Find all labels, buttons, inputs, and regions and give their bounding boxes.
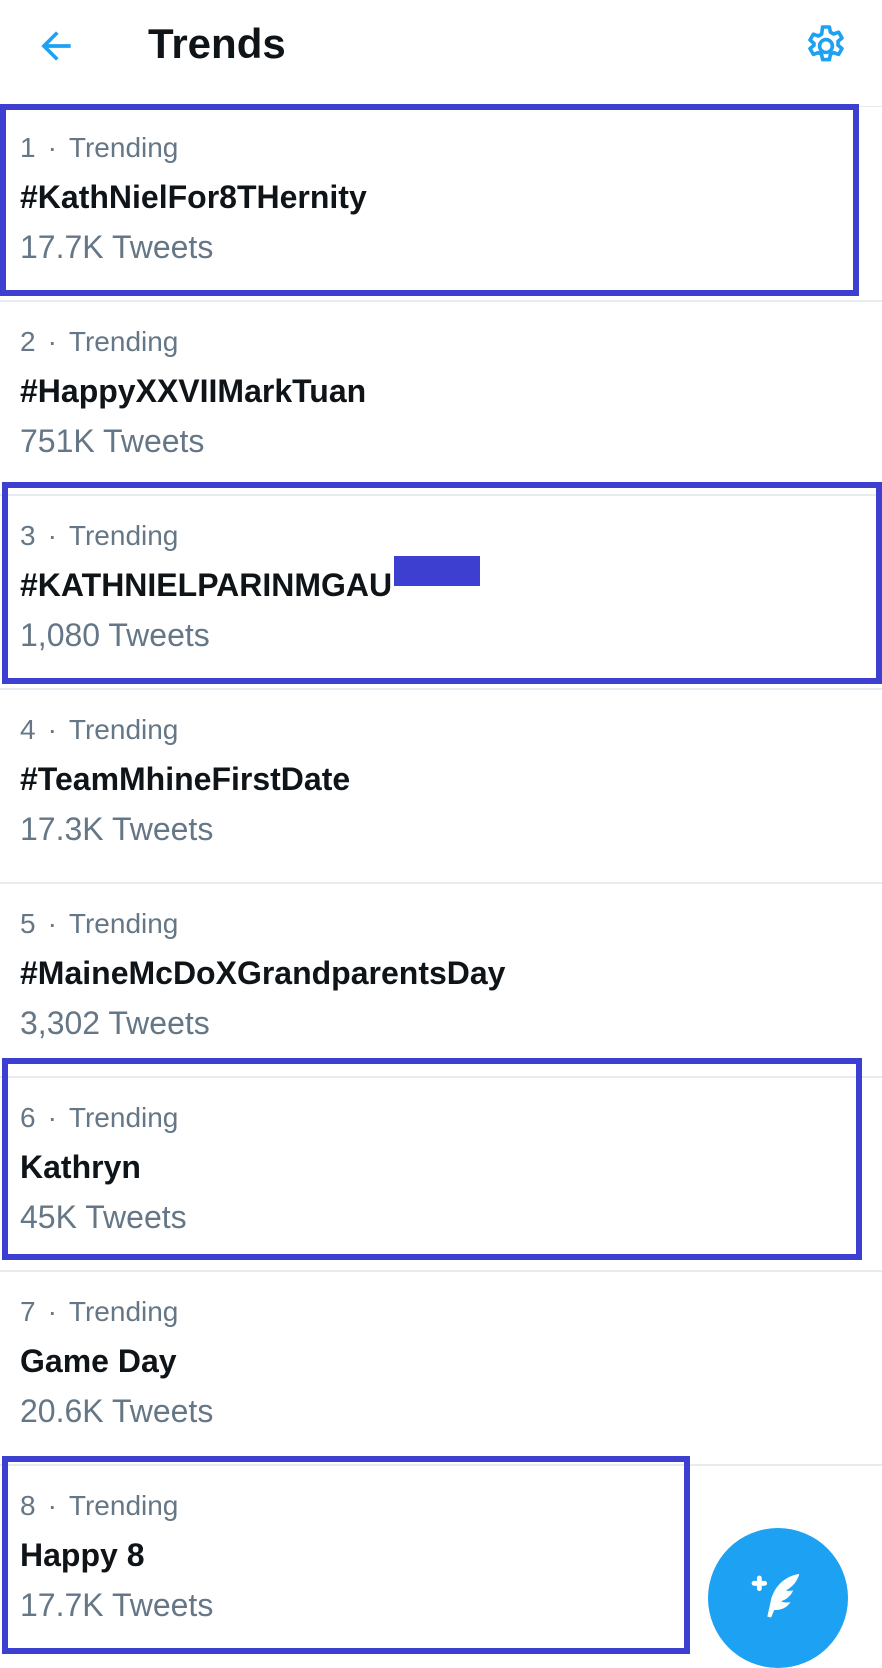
trend-name: #TeamMhineFirstDate bbox=[20, 761, 351, 797]
trend-label: Trending bbox=[68, 1102, 179, 1133]
trend-name: Kathryn bbox=[20, 1149, 141, 1185]
trend-item-5[interactable]: 5 · Trending #MaineMcDoXGrandparentsDay 3,… bbox=[0, 884, 882, 1078]
trend-tweet-count: 751K Tweets bbox=[20, 423, 205, 459]
trend-rank: 6 bbox=[20, 1102, 36, 1133]
trend-meta: 6 · Trending bbox=[20, 1100, 178, 1136]
meta-separator: · bbox=[47, 326, 57, 357]
trend-item-1[interactable]: 1 · Trending #KathNielFor8THernity 17.7K T… bbox=[0, 108, 882, 302]
meta-separator: · bbox=[47, 1102, 57, 1133]
trend-tweet-count: 17.7K Tweets bbox=[20, 1587, 214, 1623]
page-title: Trends bbox=[148, 20, 286, 67]
compose-tweet-button[interactable] bbox=[708, 1528, 848, 1668]
meta-separator: · bbox=[47, 132, 57, 163]
trend-rank: 4 bbox=[20, 714, 36, 745]
trend-meta: 3 · Trending bbox=[20, 518, 178, 554]
trend-name: #KathNielFor8THernity bbox=[20, 179, 367, 215]
trend-label: Trending bbox=[68, 326, 179, 357]
trend-item-6[interactable]: 6 · Trending Kathryn 45K Tweets bbox=[0, 1078, 882, 1272]
meta-separator: · bbox=[47, 1490, 57, 1521]
trend-name: #MaineMcDoXGrandparentsDay bbox=[20, 955, 506, 991]
trend-label: Trending bbox=[68, 714, 179, 745]
trend-rank: 7 bbox=[20, 1296, 36, 1327]
trend-label: Trending bbox=[68, 132, 179, 163]
top-bar: Trends bbox=[0, 0, 882, 100]
trend-item-7[interactable]: 7 · Trending Game Day 20.6K Tweets bbox=[0, 1272, 882, 1466]
meta-separator: · bbox=[47, 1296, 57, 1327]
gear-icon bbox=[808, 25, 844, 62]
trend-item-3[interactable]: 3 · Trending #KATHNIELPARINMGAU 1,080 Twee… bbox=[0, 496, 882, 690]
trend-label: Trending bbox=[68, 520, 179, 551]
trend-tweet-count: 45K Tweets bbox=[20, 1199, 187, 1235]
trend-meta: 7 · Trending bbox=[20, 1294, 178, 1330]
trend-rank: 8 bbox=[20, 1490, 36, 1521]
meta-separator: · bbox=[47, 520, 57, 551]
redaction-block bbox=[394, 556, 480, 586]
trend-meta: 8 · Trending bbox=[20, 1488, 178, 1524]
trend-label: Trending bbox=[68, 908, 179, 939]
trend-meta: 1 · Trending bbox=[20, 130, 178, 166]
trend-label: Trending bbox=[68, 1296, 179, 1327]
trend-meta: 4 · Trending bbox=[20, 712, 178, 748]
trend-name: Game Day bbox=[20, 1343, 177, 1379]
trend-rank: 2 bbox=[20, 326, 36, 357]
trend-tweet-count: 1,080 Tweets bbox=[20, 617, 210, 653]
trend-name: #KATHNIELPARINMGAU bbox=[20, 567, 393, 603]
trend-name: #HappyXXVIIMarkTuan bbox=[20, 373, 367, 409]
back-button[interactable] bbox=[28, 18, 84, 74]
header-divider bbox=[0, 106, 882, 107]
trend-rank: 1 bbox=[20, 132, 36, 163]
settings-button[interactable] bbox=[798, 18, 854, 74]
trend-rank: 5 bbox=[20, 908, 36, 939]
trend-tweet-count: 17.7K Tweets bbox=[20, 229, 214, 265]
trend-tweet-count: 20.6K Tweets bbox=[20, 1393, 214, 1429]
arrow-left-icon bbox=[41, 31, 71, 61]
meta-separator: · bbox=[47, 714, 57, 745]
trend-label: Trending bbox=[68, 1490, 179, 1521]
trend-rank: 3 bbox=[20, 520, 36, 551]
trend-item-2[interactable]: 2 · Trending #HappyXXVIIMarkTuan 751K Twee… bbox=[0, 302, 882, 496]
compose-tweet-icon bbox=[751, 1574, 800, 1618]
trend-meta: 2 · Trending bbox=[20, 324, 178, 360]
trend-item-4[interactable]: 4 · Trending #TeamMhineFirstDate 17.3K Twe… bbox=[0, 690, 882, 884]
trend-meta: 5 · Trending bbox=[20, 906, 178, 942]
meta-separator: · bbox=[47, 908, 57, 939]
trend-tweet-count: 3,302 Tweets bbox=[20, 1005, 210, 1041]
trend-name: Happy 8 bbox=[20, 1537, 145, 1573]
trend-tweet-count: 17.3K Tweets bbox=[20, 811, 214, 847]
